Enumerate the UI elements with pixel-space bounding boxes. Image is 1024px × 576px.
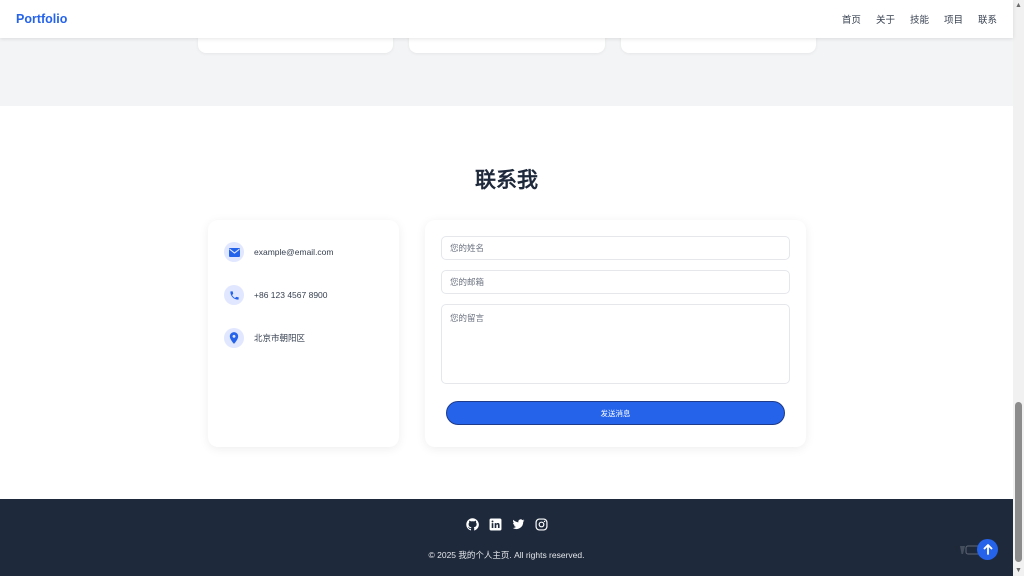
email-input[interactable] [441, 270, 790, 294]
contact-location: 北京市朝阳区 [254, 333, 306, 343]
scroll-down-arrow-icon[interactable]: ▼ [1013, 565, 1024, 576]
contact-title: 联系我 [475, 169, 538, 192]
contact-form: 发送消息 [425, 220, 806, 447]
nav-link-contact[interactable]: 联系 [978, 12, 997, 26]
envelope-icon [224, 242, 244, 262]
back-to-top-button[interactable] [977, 539, 998, 560]
linkedin-icon[interactable] [489, 518, 502, 531]
nav-menu: 首页 关于 技能 项目 联系 [842, 12, 997, 26]
nav-link-home[interactable]: 首页 [842, 12, 861, 26]
scroll-up-arrow-icon[interactable]: ▲ [1013, 0, 1024, 11]
brand-logo[interactable]: Portfolio [16, 12, 67, 26]
nav-link-about[interactable]: 关于 [876, 12, 895, 26]
contact-phone: +86 123 4567 8900 [254, 290, 328, 300]
instagram-icon[interactable] [534, 518, 548, 531]
contact-email: example@email.com [254, 247, 334, 257]
contact-email-row: example@email.com [224, 242, 334, 262]
map-pin-icon [224, 328, 244, 348]
name-input[interactable] [441, 236, 790, 260]
nav-link-skills[interactable]: 技能 [910, 12, 929, 26]
contact-info-card: example@email.com +86 123 4567 8900 北京市朝… [208, 220, 399, 447]
footer: © 2025 我的个人主页. All rights reserved. [0, 499, 1013, 576]
navbar: Portfolio 首页 关于 技能 项目 联系 [0, 0, 1013, 38]
message-textarea[interactable] [441, 304, 790, 384]
scrollbar-thumb[interactable] [1015, 402, 1022, 562]
twitter-icon[interactable] [512, 518, 525, 531]
send-message-button[interactable]: 发送消息 [446, 401, 785, 425]
nav-link-projects[interactable]: 项目 [944, 12, 963, 26]
contact-phone-row: +86 123 4567 8900 [224, 285, 328, 305]
contact-location-row: 北京市朝阳区 [224, 328, 305, 348]
page-scrollbar[interactable]: ▲ ▼ [1013, 0, 1024, 576]
social-links [0, 518, 1013, 531]
copyright-text: © 2025 我的个人主页. All rights reserved. [428, 550, 585, 560]
arrow-up-icon [983, 544, 992, 555]
github-icon[interactable] [465, 518, 479, 531]
phone-icon [224, 285, 244, 305]
